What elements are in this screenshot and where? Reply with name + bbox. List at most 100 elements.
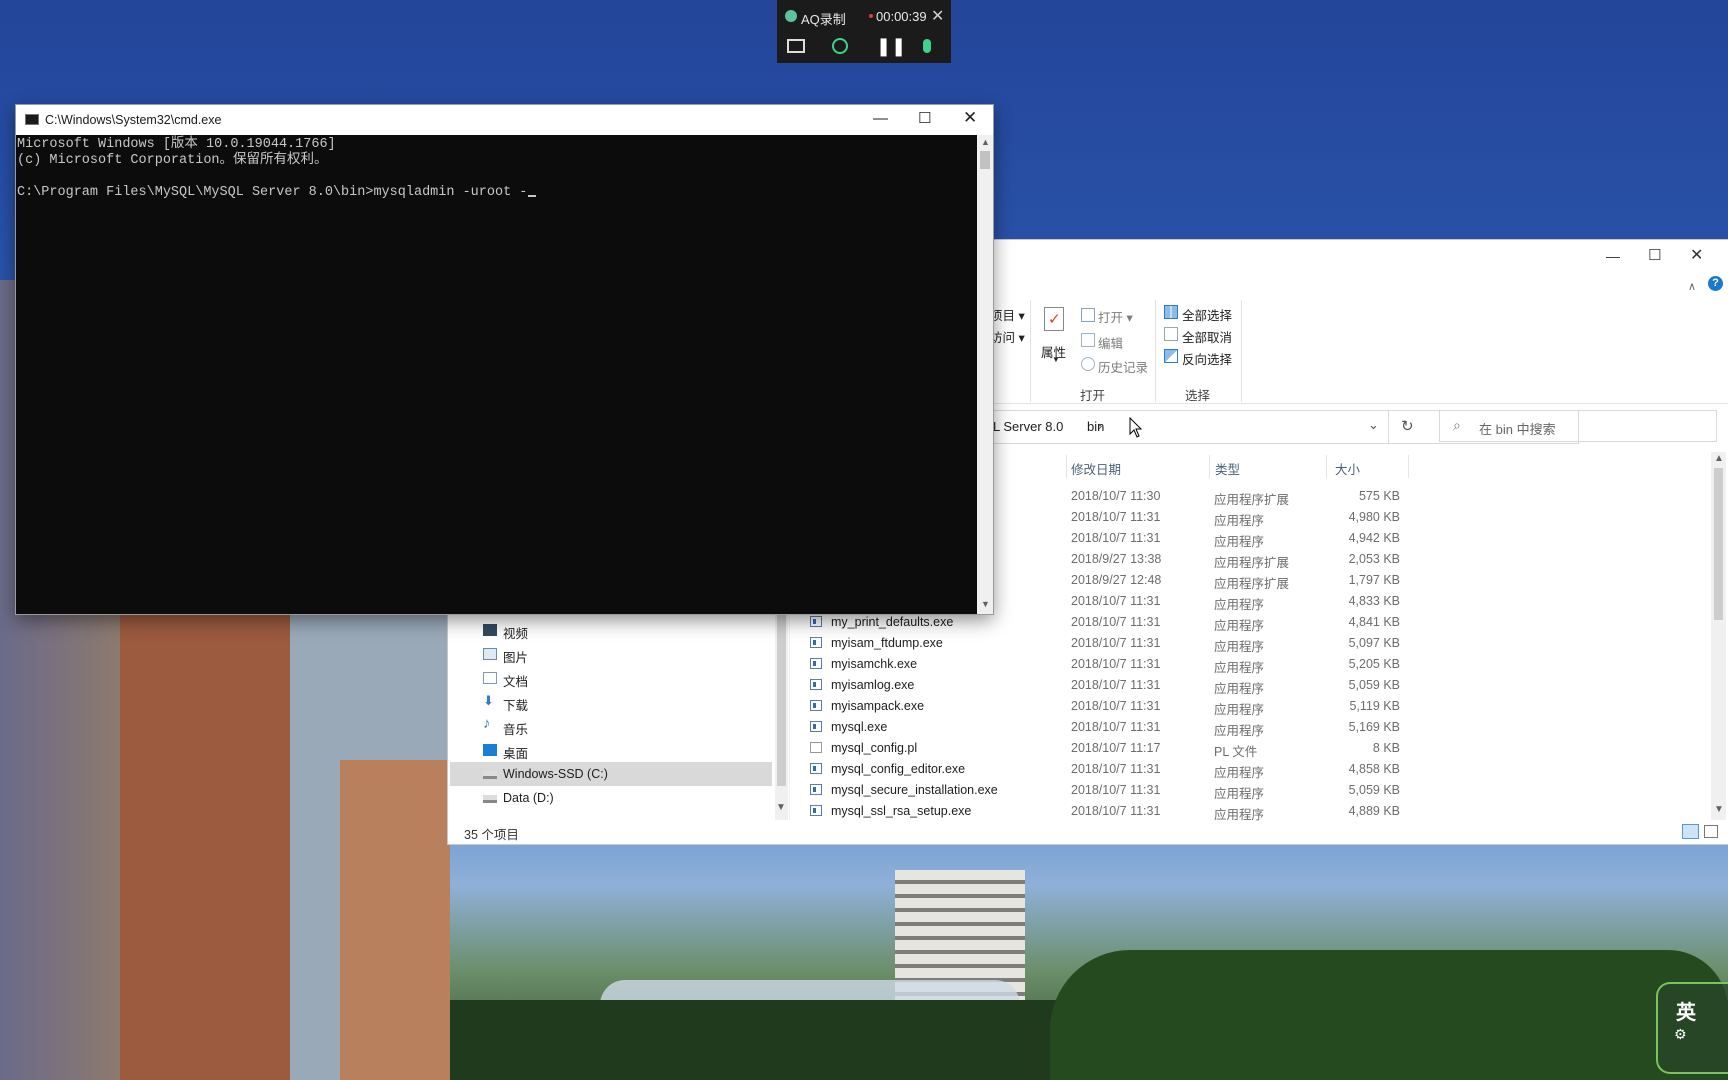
file-name: myisam_ftdump.exe [831, 636, 943, 650]
nav-item-label: 桌面 [503, 747, 529, 761]
nav-item[interactable]: 图片 [450, 642, 772, 666]
console-scrollbar[interactable]: ▲ ▼ [977, 135, 993, 614]
file-row[interactable]: myisampack.exe 2018/10/7 11:31 应用程序 5,119 K… [808, 696, 1408, 717]
ribbon-partial-top[interactable]: 项目 ▾ [990, 305, 1025, 324]
document-icon [483, 672, 497, 684]
video-icon [483, 624, 497, 636]
file-modified-date: 2018/10/7 11:30 [1071, 489, 1161, 503]
file-type: PL 文件 [1214, 745, 1258, 759]
cmd-minimize-button[interactable]: — [873, 110, 888, 127]
nav-item[interactable]: ♪ 音乐 [450, 714, 772, 738]
ribbon-collapse-icon[interactable]: ∧ [1688, 280, 1696, 293]
drive-icon [483, 771, 497, 779]
recorder-close-icon[interactable]: ✕ [931, 6, 944, 26]
file-type: 应用程序 [1214, 514, 1265, 528]
exe-file-icon [810, 616, 822, 627]
record-indicator-icon[interactable] [832, 38, 848, 54]
cmd-title-bar[interactable]: C:\Windows\System32\cmd.exe — ☐ ✕ [16, 105, 993, 135]
select-all-button[interactable]: 全部选择 [1182, 305, 1232, 324]
details-view-icon[interactable] [1682, 824, 1699, 839]
nav-item[interactable]: 文档 [450, 666, 772, 690]
file-size: 5,059 KB [1348, 783, 1400, 797]
nav-pane-scrollbar[interactable]: ▼ [775, 614, 788, 820]
file-row[interactable]: mysql_secure_installation.exe 2018/10/7 1… [808, 780, 1408, 801]
breadcrumb-parent[interactable]: L Server 8.0 [993, 419, 1063, 434]
window-capture-icon[interactable] [787, 39, 805, 53]
file-size: 5,205 KB [1348, 657, 1400, 671]
nav-pane-scroll-thumb[interactable] [777, 614, 786, 786]
console-output[interactable]: Microsoft Windows [版本 10.0.19044.1766] (… [16, 135, 977, 614]
invert-selection-button[interactable]: 反向选择 [1182, 349, 1232, 368]
cmd-window: C:\Windows\System32\cmd.exe — ☐ ✕ Micros… [16, 105, 993, 614]
nav-scroll-down-icon[interactable]: ▼ [776, 802, 786, 813]
properties-dropdown-icon[interactable]: ▼ [1052, 355, 1060, 364]
explorer-close-button[interactable]: ✕ [1690, 245, 1703, 265]
ribbon-separator [1030, 300, 1031, 402]
nav-item[interactable]: Windows-SSD (C:) [450, 762, 772, 786]
pause-icon[interactable]: ❚❚ [876, 36, 906, 57]
file-name: myisampack.exe [831, 699, 925, 713]
file-row[interactable]: my_print_defaults.exe 2018/10/7 11:31 应用程序… [808, 612, 1408, 633]
file-row[interactable]: mysql_ssl_rsa_setup.exe 2018/10/7 11:31 应用… [808, 801, 1408, 822]
file-size: 575 KB [1358, 489, 1400, 503]
search-input[interactable]: 在 bin 中搜索 [1479, 419, 1556, 438]
address-history-dropdown-icon[interactable]: ⌄ [1368, 417, 1379, 433]
invert-selection-icon [1164, 349, 1178, 363]
file-row[interactable]: myisamlog.exe 2018/10/7 11:31 应用程序 5,059 KB [808, 675, 1408, 696]
file-type: 应用程序 [1214, 808, 1265, 822]
file-list-scrollbar[interactable]: ▲ ▼ [1711, 452, 1726, 820]
explorer-maximize-button[interactable]: ☐ [1648, 246, 1661, 264]
file-size: 4,833 KB [1348, 594, 1400, 608]
microphone-icon[interactable] [923, 39, 931, 53]
file-name: my_print_defaults.exe [831, 615, 954, 629]
nav-item-label: 文档 [503, 675, 529, 689]
item-count-status: 35 个项目 [464, 828, 519, 842]
help-icon[interactable]: ? [1708, 276, 1723, 291]
nav-item[interactable]: ⬇ 下载 [450, 690, 772, 714]
nav-item-label: 视频 [503, 627, 529, 641]
breadcrumb-current[interactable]: bin [1087, 419, 1104, 434]
large-icons-view-icon[interactable] [1704, 825, 1718, 838]
column-modified[interactable]: 修改日期 [1071, 459, 1121, 478]
recorder-app-name: AQ录制 [801, 12, 846, 27]
file-scroll-down-icon[interactable]: ▼ [1714, 804, 1724, 815]
file-list-scroll-thumb[interactable] [1714, 468, 1723, 620]
console-scroll-down-icon[interactable]: ▼ [981, 599, 990, 609]
file-row[interactable]: myisamchk.exe 2018/10/7 11:31 应用程序 5,205 KB [808, 654, 1408, 675]
edit-button[interactable]: 编辑 [1098, 333, 1123, 352]
open-button[interactable]: 打开 ▾ [1098, 307, 1133, 326]
column-type[interactable]: 类型 [1215, 459, 1240, 478]
console-prompt-line[interactable]: C:\Program Files\MySQL\MySQL Server 8.0\… [17, 185, 537, 201]
ime-language-badge[interactable]: 英 ⚙ [1656, 982, 1728, 1074]
file-row[interactable]: mysql.exe 2018/10/7 11:31 应用程序 5,169 KB [808, 717, 1408, 738]
explorer-minimize-button[interactable]: — [1606, 248, 1620, 264]
file-type: 应用程序 [1214, 703, 1265, 717]
refresh-icon[interactable]: ↻ [1401, 417, 1414, 435]
console-scroll-up-icon[interactable]: ▲ [981, 137, 990, 147]
file-row[interactable]: myisam_ftdump.exe 2018/10/7 11:31 应用程序 5,09… [808, 633, 1408, 654]
cmd-maximize-button[interactable]: ☐ [918, 109, 931, 127]
cmd-close-button[interactable]: ✕ [963, 108, 977, 128]
search-box[interactable]: ⌕ 在 bin 中搜索 [1439, 410, 1717, 442]
exe-file-icon [810, 784, 822, 795]
file-scroll-up-icon[interactable]: ▲ [1714, 453, 1724, 464]
file-modified-date: 2018/10/7 11:31 [1071, 720, 1161, 734]
column-size[interactable]: 大小 [1335, 459, 1360, 478]
history-button[interactable]: 历史记录 [1098, 357, 1148, 376]
ribbon-separator [1155, 300, 1156, 402]
file-row[interactable]: mysql_config.pl 2018/10/7 11:17 PL 文件 8 KB [808, 738, 1408, 759]
file-name: mysql.exe [831, 720, 888, 734]
nav-item[interactable]: 视频 [450, 618, 772, 642]
nav-item[interactable]: 桌面 [450, 738, 772, 762]
select-none-button[interactable]: 全部取消 [1182, 327, 1232, 346]
console-scroll-thumb[interactable] [980, 151, 990, 169]
file-type: 应用程序 [1214, 598, 1265, 612]
ime-settings-icon[interactable]: ⚙ [1674, 1026, 1687, 1043]
file-type: 应用程序 [1214, 661, 1265, 675]
nav-item[interactable]: Data (D:) [450, 786, 772, 810]
pl-file-icon [810, 742, 822, 753]
ribbon-partial-bottom[interactable]: 访问 ▾ [990, 327, 1025, 346]
file-row[interactable]: mysql_config_editor.exe 2018/10/7 11:31 应用… [808, 759, 1408, 780]
exe-file-icon [810, 679, 822, 690]
properties-icon[interactable]: ✓ [1044, 307, 1064, 331]
